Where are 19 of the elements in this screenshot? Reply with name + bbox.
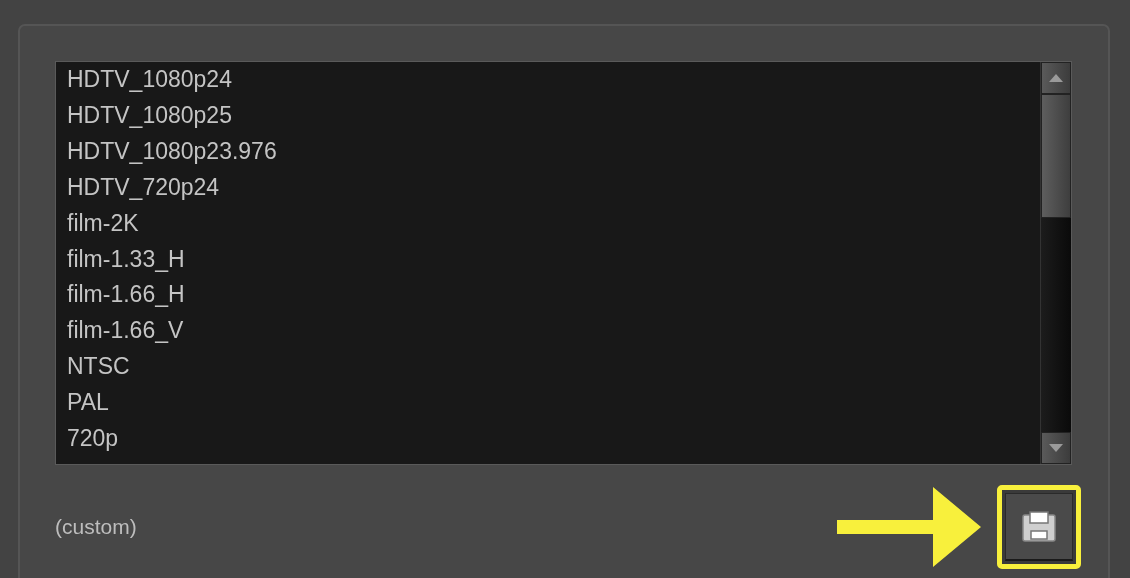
scroll-down-button[interactable]: [1041, 432, 1071, 464]
list-item[interactable]: film-1.66_V: [67, 313, 1040, 350]
list-item[interactable]: HDTV_1080p24: [67, 62, 1040, 98]
list-item[interactable]: HDTV_1080p23.976: [67, 133, 1040, 170]
save-button[interactable]: [1005, 493, 1073, 561]
list-item[interactable]: film-1.66_H: [67, 277, 1040, 314]
arrow-icon: [837, 487, 981, 567]
list-item[interactable]: film-1.33_H: [67, 241, 1040, 278]
list-item[interactable]: HDTV_720p24: [67, 169, 1040, 206]
list-item[interactable]: HDTV_1080p25: [67, 97, 1040, 134]
scrollbar[interactable]: [1040, 62, 1071, 464]
list-item[interactable]: NTSC: [67, 349, 1040, 386]
down-triangle-icon: [1049, 444, 1063, 452]
list-item[interactable]: 720p: [67, 421, 1040, 457]
list-item[interactable]: film-2K: [67, 205, 1040, 242]
list-item[interactable]: PAL: [67, 385, 1040, 422]
scroll-up-button[interactable]: [1041, 62, 1071, 94]
up-triangle-icon: [1049, 74, 1063, 82]
current-preset-label: (custom): [55, 515, 138, 539]
